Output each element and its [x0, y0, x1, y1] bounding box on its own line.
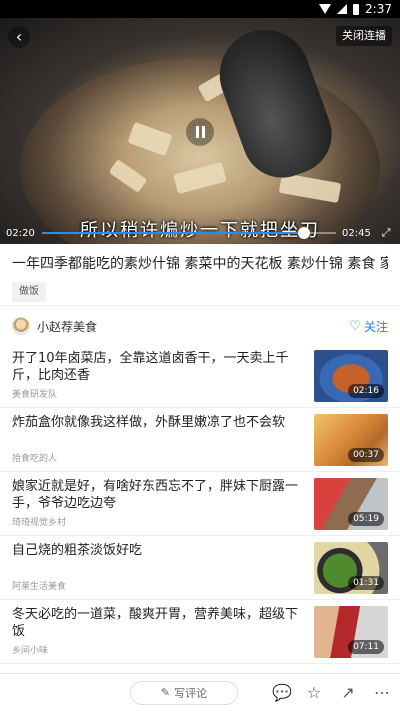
more-icon[interactable]: ⋯: [374, 683, 390, 702]
list-item[interactable]: 娘家近就是好，有啥好东西忘不了，胖妹下厨露一手，爷爷边吃边夸 琦琦视觉乡村 05…: [0, 472, 400, 536]
status-bar: 2:37: [0, 0, 400, 18]
pen-icon: ✎: [160, 686, 171, 699]
total-time: 02:45: [342, 227, 371, 239]
follow-label: 关注: [363, 319, 388, 334]
video-thumbnail[interactable]: 02:16: [314, 350, 388, 402]
current-time: 02:20: [6, 227, 35, 239]
item-title: 开了10年卤菜店，全靠这道卤香干，一天卖上千斤，比肉还香: [12, 351, 289, 383]
item-title: 自己烧的粗茶淡饭好吃: [12, 543, 143, 558]
video-controls: 02:20 02:45 ⤢: [0, 223, 400, 243]
duration-badge: 07:11: [348, 640, 384, 654]
status-time: 2:37: [365, 2, 392, 16]
item-source: 乡间小味: [12, 646, 49, 656]
progress-fill: [42, 232, 304, 234]
item-title: 娘家近就是好，有啥好东西忘不了，胖妹下厨露一手，爷爷边吃边夸: [12, 479, 299, 511]
follow-button[interactable]: ♡ 关注: [349, 318, 388, 335]
related-videos-list: 开了10年卤菜店，全靠这道卤香干，一天卖上千斤，比肉还香 美食研发队 02:16…: [0, 344, 400, 664]
duration-badge: 05:19: [348, 512, 384, 526]
comment-input[interactable]: ✎ 写评论: [130, 680, 238, 705]
video-thumbnail[interactable]: 07:11: [314, 606, 388, 658]
fullscreen-icon[interactable]: ⤢: [378, 226, 394, 240]
tag-chip[interactable]: 做饭: [12, 282, 46, 302]
item-source: 美食研发队: [12, 390, 58, 400]
bottom-bar: ✎ 写评论 💬 ☆ ↗ ⋯: [0, 673, 400, 711]
video-thumbnail[interactable]: 05:19: [314, 478, 388, 530]
list-item[interactable]: 炸茄盒你就像我这样做，外酥里嫩凉了也不会软 拾食吃的人 00:37: [0, 408, 400, 472]
author-row: 小赵荐美食 ♡ 关注: [12, 315, 388, 337]
author-name[interactable]: 小赵荐美食: [37, 318, 97, 335]
progress-knob[interactable]: [297, 227, 310, 239]
comment-placeholder: 写评论: [174, 686, 208, 700]
list-item[interactable]: 开了10年卤菜店，全靠这道卤香干，一天卖上千斤，比肉还香 美食研发队 02:16: [0, 344, 400, 408]
star-icon[interactable]: ☆: [306, 683, 322, 702]
battery-icon: [353, 3, 360, 15]
divider: [0, 305, 400, 306]
item-source: 拾食吃的人: [12, 454, 58, 464]
heart-icon: ♡: [349, 318, 361, 334]
avatar[interactable]: [12, 317, 30, 335]
video-thumbnail[interactable]: 00:37: [314, 414, 388, 466]
share-icon[interactable]: ↗: [340, 683, 356, 702]
wifi-icon: [319, 4, 332, 14]
video-info: 一年四季都能吃的素炒什锦 素菜中的天花板 素炒什锦 素食 家常菜 做饭: [12, 254, 388, 302]
item-title: 冬天必吃的一道菜，酸爽开胃，营养美味，超级下饭: [12, 607, 299, 639]
progress-bar[interactable]: [42, 227, 336, 239]
video-thumbnail[interactable]: 01:31: [314, 542, 388, 594]
signal-icon: [337, 4, 348, 14]
video-title: 一年四季都能吃的素炒什锦 素菜中的天花板 素炒什锦 素食 家常菜: [12, 256, 388, 272]
duration-badge: 02:16: [348, 384, 384, 398]
back-button[interactable]: ‹: [8, 26, 30, 48]
comment-icon[interactable]: 💬: [272, 683, 292, 702]
pause-button[interactable]: [186, 118, 214, 146]
duration-badge: 00:37: [348, 448, 384, 462]
duration-badge: 01:31: [348, 576, 384, 590]
item-source: 琦琦视觉乡村: [12, 518, 67, 528]
item-title: 炸茄盒你就像我这样做，外酥里嫩凉了也不会软: [12, 415, 286, 430]
video-player[interactable]: ‹ 关闭连播 所以稍许煸炒一下就把坐刀 02:20 02:45 ⤢: [0, 18, 400, 244]
close-autoplay-button[interactable]: 关闭连播: [336, 26, 392, 46]
item-source: 阿莱生活美食: [12, 582, 67, 592]
list-item[interactable]: 冬天必吃的一道菜，酸爽开胃，营养美味，超级下饭 乡间小味 07:11: [0, 600, 400, 664]
list-item[interactable]: 自己烧的粗茶淡饭好吃 阿莱生活美食 01:31: [0, 536, 400, 600]
